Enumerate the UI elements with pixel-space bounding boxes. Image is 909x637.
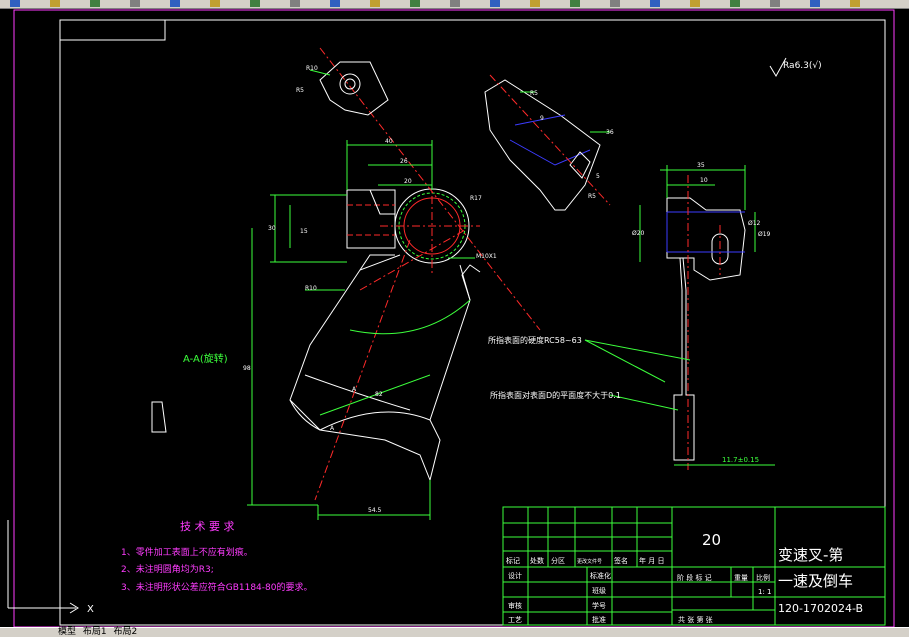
new-icon[interactable]: [10, 0, 20, 7]
side-view: [666, 197, 746, 461]
label-dim-117: 11.7±0.15: [722, 456, 759, 464]
label-dim-d12: Ø12: [748, 220, 761, 227]
tb-code: 120-1702024-B: [778, 602, 863, 615]
tb-r-craft: 工艺: [508, 616, 522, 624]
tb-name-1: 变速叉-第: [778, 546, 843, 564]
sheetset-icon[interactable]: [730, 0, 740, 7]
tb-number: 20: [702, 531, 721, 549]
label-dim-30: 30: [268, 225, 276, 232]
pan-icon[interactable]: [450, 0, 460, 7]
label-dim-9: 9: [540, 115, 544, 122]
tb-h-count: 处数: [530, 556, 544, 565]
roughness-label: Ra6.3(√): [783, 60, 822, 71]
drawing-frame: [59, 19, 886, 626]
tb-h-date: 年 月 日: [639, 556, 664, 565]
label-dim-10: 10: [700, 177, 708, 184]
tech-req-2: 2、未注明圆角均为R3;: [121, 563, 214, 575]
detail-rotated: [484, 79, 601, 211]
tb-r-approve: 批准: [592, 615, 606, 624]
tb-r-review: 审核: [508, 601, 522, 610]
properties-icon[interactable]: [610, 0, 620, 7]
tb-name-2: 一速及倒车: [778, 572, 853, 590]
label-r10-top: R10: [306, 65, 318, 72]
label-dim-a2: A: [330, 425, 335, 432]
open-icon[interactable]: [50, 0, 60, 7]
zoom-window-icon[interactable]: [530, 0, 540, 7]
label-dim-36: 36: [606, 129, 614, 136]
label-dim-m10: M10X1: [476, 253, 497, 260]
label-dim-26: 26: [400, 158, 408, 165]
markup-icon[interactable]: [770, 0, 780, 7]
preview-icon[interactable]: [170, 0, 180, 7]
section-label: A-A(旋转): [183, 352, 228, 365]
tech-req-3: 3、未注明形状公差应符合GB1184-80的要求。: [121, 581, 312, 593]
tb-c-scale: 比例: [756, 573, 770, 582]
tb-c-weight: 重量: [734, 574, 748, 582]
tb-h-sign: 签名: [614, 556, 628, 565]
angle-arc: [349, 299, 471, 335]
tech-title: 技 术 要 求: [180, 520, 235, 533]
tb-c-stage: 阶 段 标 记: [677, 573, 712, 582]
ucs-icon: [7, 520, 79, 614]
designcenter-icon[interactable]: [650, 0, 660, 7]
label-dim-20: 20: [404, 178, 412, 185]
code-box: [59, 19, 166, 41]
label-r5-low: R5: [588, 193, 596, 200]
save-icon[interactable]: [90, 0, 100, 7]
redo-icon[interactable]: [410, 0, 420, 7]
tech-req-1: 1、零件加工表面上不应有划痕。: [121, 546, 253, 558]
tb-c-class: 班级: [592, 586, 606, 595]
toolpalette-icon[interactable]: [690, 0, 700, 7]
undo-icon[interactable]: [370, 0, 380, 7]
cut-icon[interactable]: [210, 0, 220, 7]
paste-icon[interactable]: [290, 0, 300, 7]
tb-r-design: 设计: [508, 571, 522, 580]
tb-h-zone: 分区: [551, 556, 565, 565]
match-icon[interactable]: [330, 0, 340, 7]
tb-h-doc: 更改文件号: [577, 558, 602, 565]
label-r5-top: R5: [296, 87, 304, 94]
label-dim-98: 98: [243, 365, 251, 372]
calc-icon[interactable]: [810, 0, 820, 7]
tb-c-total: 共 张 第 张: [678, 615, 713, 624]
label-dim-35: 35: [697, 162, 705, 169]
label-dim-d20: Ø20: [632, 230, 645, 237]
dimension-lines: [247, 69, 775, 520]
cad-drawing-canvas[interactable]: R10 R5 R5 R5 40 26 20 R17 30 15 M10X1 R1…: [0, 8, 909, 627]
note-hardness: 所指表面的硬度RC58~63: [488, 335, 582, 345]
help-icon[interactable]: [850, 0, 860, 7]
label-dim-545: 54.5: [368, 507, 382, 514]
zoom-icon[interactable]: [490, 0, 500, 7]
print-icon[interactable]: [130, 0, 140, 7]
tb-h-mark: 标记: [506, 556, 520, 565]
tb-r-std: 标准化: [590, 571, 611, 580]
tb-scale: 1: 1: [758, 588, 772, 596]
label-dim-5: 5: [596, 173, 600, 180]
main-view: [289, 188, 481, 482]
label-dim-r10-mid: R10: [305, 285, 317, 292]
label-dim-15: 15: [300, 228, 308, 235]
label-dim-82: 82: [375, 391, 383, 398]
label-r5-side: R5: [530, 90, 538, 97]
label-dim-40: 40: [385, 138, 393, 145]
label-dim-d19: Ø19: [758, 231, 771, 238]
small-section: [151, 401, 167, 433]
zoom-prev-icon[interactable]: [570, 0, 580, 7]
copy-icon[interactable]: [250, 0, 260, 7]
note-flatness: 所指表面对表面D的平面度不大于0.1: [490, 390, 621, 400]
tb-c-id: 学号: [592, 601, 606, 610]
outer-border: [13, 9, 895, 627]
ucs-x-label: X: [87, 604, 94, 615]
detail-top: [319, 61, 389, 116]
label-dim-r17: R17: [470, 195, 482, 202]
